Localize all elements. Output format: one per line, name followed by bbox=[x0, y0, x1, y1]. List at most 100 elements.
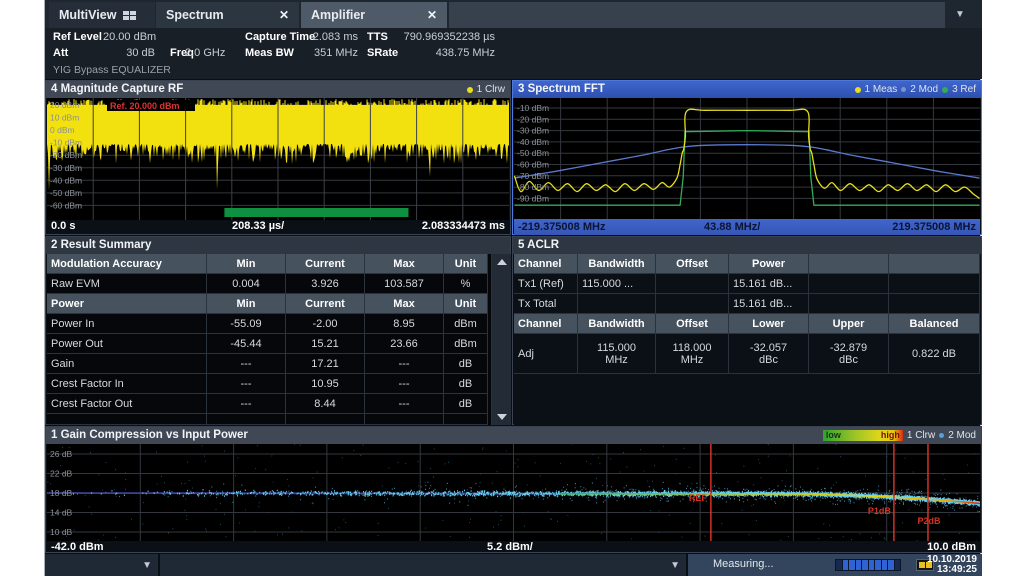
panel-magnitude-capture: 4 Magnitude Capture RF 1 Clrw Ref. 20.00… bbox=[45, 80, 511, 235]
x-tick-end: 219.375008 MHz bbox=[892, 219, 976, 235]
panel-result-summary-title-bar[interactable]: 2 Result Summary bbox=[46, 237, 510, 254]
tts-value: 790.969352238 µs bbox=[390, 31, 495, 43]
status-section-middle[interactable]: ▼ bbox=[160, 554, 687, 576]
table-header-cell: Modulation Accuracy bbox=[47, 254, 207, 274]
table-cell-clipped bbox=[365, 414, 444, 425]
close-icon[interactable]: ✕ bbox=[279, 8, 289, 22]
chevron-down-icon[interactable]: ▼ bbox=[142, 560, 152, 571]
table-cell: Power In bbox=[47, 314, 207, 334]
gain-legend-mod: 2 Mod bbox=[948, 427, 976, 444]
table-cell bbox=[656, 294, 729, 314]
svg-text:-70 dBm: -70 dBm bbox=[517, 171, 549, 181]
magnitude-legend: 1 Clrw bbox=[467, 81, 505, 98]
table-header-cell: Bandwidth bbox=[578, 254, 656, 274]
meas-bw-value: 351 MHz bbox=[311, 47, 358, 59]
table-cell: Tx1 (Ref) bbox=[514, 274, 578, 294]
svg-text:P1dB: P1dB bbox=[868, 506, 892, 516]
svg-text:-30 dBm: -30 dBm bbox=[517, 126, 549, 136]
table-cell: 15.161 dB... bbox=[729, 274, 809, 294]
table-cell: 103.587 bbox=[365, 274, 444, 294]
ref-level-value: 20.00 dBm bbox=[103, 31, 155, 43]
table-cell: --- bbox=[207, 354, 286, 374]
svg-text:26 dB: 26 dB bbox=[50, 449, 73, 459]
svg-text:-80 dBm: -80 dBm bbox=[517, 182, 549, 192]
table-cell: 115.000 ... bbox=[578, 274, 656, 294]
table-header-cell: Unit bbox=[444, 294, 488, 314]
table-cell: Tx Total bbox=[514, 294, 578, 314]
table-cell-clipped bbox=[207, 414, 286, 425]
chevron-down-icon[interactable]: ▼ bbox=[670, 560, 680, 571]
meas-bw-label: Meas BW bbox=[245, 47, 294, 59]
table-cell: Gain bbox=[47, 354, 207, 374]
table-cell bbox=[889, 294, 980, 314]
table-cell: -55.09 bbox=[207, 314, 286, 334]
table-header-cell: Min bbox=[207, 254, 286, 274]
scroll-down-icon[interactable] bbox=[497, 414, 507, 420]
svg-text:REF: REF bbox=[689, 493, 708, 503]
table-header-cell: Max bbox=[365, 254, 444, 274]
gain-plot-area[interactable]: REFP1dBP2dB26 dB22 dB18 dB14 dB10 dB bbox=[47, 444, 980, 541]
panel-gain-title-bar[interactable]: 1 Gain Compression vs Input Power low hi… bbox=[46, 427, 981, 444]
table-cell: % bbox=[444, 274, 488, 294]
x-tick-scale: 208.33 µs/ bbox=[232, 220, 284, 232]
svg-text:-20 dBm: -20 dBm bbox=[50, 150, 82, 160]
empty-tab-strip bbox=[449, 2, 945, 28]
ref-trace-dot-icon bbox=[942, 87, 948, 93]
fft-legend: 1 Meas 2 Mod 3 Ref bbox=[855, 81, 977, 98]
yig-bypass-equalizer-label: YIG Bypass EQUALIZER bbox=[53, 64, 171, 76]
x-tick-start: 0.0 s bbox=[51, 220, 75, 232]
table-header-cell: Current bbox=[286, 254, 365, 274]
gradient-low-label: low bbox=[826, 427, 841, 444]
svg-text:P2dB: P2dB bbox=[917, 516, 941, 526]
x-tick-start: -219.375008 MHz bbox=[518, 219, 605, 235]
table-cell: 10.95 bbox=[286, 374, 365, 394]
table-cell: dBm bbox=[444, 334, 488, 354]
close-icon[interactable]: ✕ bbox=[427, 8, 437, 22]
x-tick-end: 10.0 dBm bbox=[927, 541, 976, 553]
svg-text:-30 dBm: -30 dBm bbox=[50, 163, 82, 173]
status-section-left[interactable]: ▼ bbox=[45, 554, 159, 576]
mod-trace-dot-icon bbox=[901, 87, 906, 92]
time-label: 13:49:25 bbox=[937, 564, 977, 575]
svg-text:0 dBm: 0 dBm bbox=[50, 125, 75, 135]
table-header-cell: Power bbox=[47, 294, 207, 314]
panel-aclr: 5 ACLR ChannelBandwidthOffsetPowerTx1 (R… bbox=[512, 236, 982, 425]
table-cell: -2.00 bbox=[286, 314, 365, 334]
status-bar: ▼ ▼ Measuring... 10.10.2019 13:49:25 bbox=[45, 554, 982, 576]
svg-text:20 dBm: 20 dBm bbox=[50, 100, 79, 110]
svg-text:-50 dBm: -50 dBm bbox=[50, 188, 82, 198]
meas-trace-dot-icon bbox=[855, 87, 861, 93]
table-cell-clipped bbox=[444, 414, 488, 425]
measuring-status: Measuring... bbox=[713, 558, 774, 570]
tab-amplifier[interactable]: Amplifier ✕ bbox=[301, 2, 447, 28]
fft-plot-area[interactable]: -10 dBm-20 dBm-30 dBm-40 dBm-50 dBm-60 d… bbox=[514, 98, 980, 219]
panel-spectrum-fft: 3 Spectrum FFT 1 Meas 2 Mod 3 Ref -10 dB… bbox=[512, 80, 982, 235]
svg-text:-60 dBm: -60 dBm bbox=[50, 200, 82, 210]
measurement-progress-bar bbox=[835, 559, 901, 571]
table-header-cell: Current bbox=[286, 294, 365, 314]
panel-magnitude-title-bar[interactable]: 4 Magnitude Capture RF 1 Clrw bbox=[46, 81, 510, 98]
table-cell: dBm bbox=[444, 314, 488, 334]
magnitude-plot-area[interactable]: Ref. 20.000 dBm20 dBm10 dBm0 dBm-10 dBm-… bbox=[47, 98, 509, 220]
capture-time-value: 2.083 ms bbox=[311, 31, 358, 43]
freq-value: 2.0 GHz bbox=[185, 47, 223, 59]
instrument-screen: MultiView Spectrum ✕ Amplifier ✕ ▼ Ref L… bbox=[44, 0, 981, 576]
panel-fft-title: 3 Spectrum FFT bbox=[518, 83, 605, 95]
svg-text:-20 dBm: -20 dBm bbox=[517, 114, 549, 124]
fft-legend-meas: 1 Meas bbox=[865, 81, 898, 98]
table-cell: dB bbox=[444, 374, 488, 394]
trace1-dot-icon bbox=[467, 87, 473, 93]
gradient-high-label: high bbox=[881, 427, 900, 444]
result-summary-scrollbar[interactable] bbox=[491, 254, 511, 425]
screenshot-canvas: MultiView Spectrum ✕ Amplifier ✕ ▼ Ref L… bbox=[0, 0, 1024, 576]
panel-aclr-title-bar[interactable]: 5 ACLR bbox=[513, 237, 981, 254]
magnitude-x-axis: 0.0 s 208.33 µs/ 2.083334473 ms bbox=[47, 220, 509, 235]
table-cell: --- bbox=[365, 394, 444, 414]
scroll-up-icon[interactable] bbox=[497, 259, 507, 265]
table-header-cell: Lower bbox=[729, 314, 809, 334]
table-cell bbox=[889, 274, 980, 294]
tab-overflow-chevron-down-icon[interactable]: ▼ bbox=[955, 9, 965, 20]
panel-fft-title-bar[interactable]: 3 Spectrum FFT 1 Meas 2 Mod 3 Ref bbox=[513, 81, 981, 98]
tab-spectrum[interactable]: Spectrum ✕ bbox=[156, 2, 299, 28]
tab-multiview[interactable]: MultiView bbox=[49, 2, 155, 28]
